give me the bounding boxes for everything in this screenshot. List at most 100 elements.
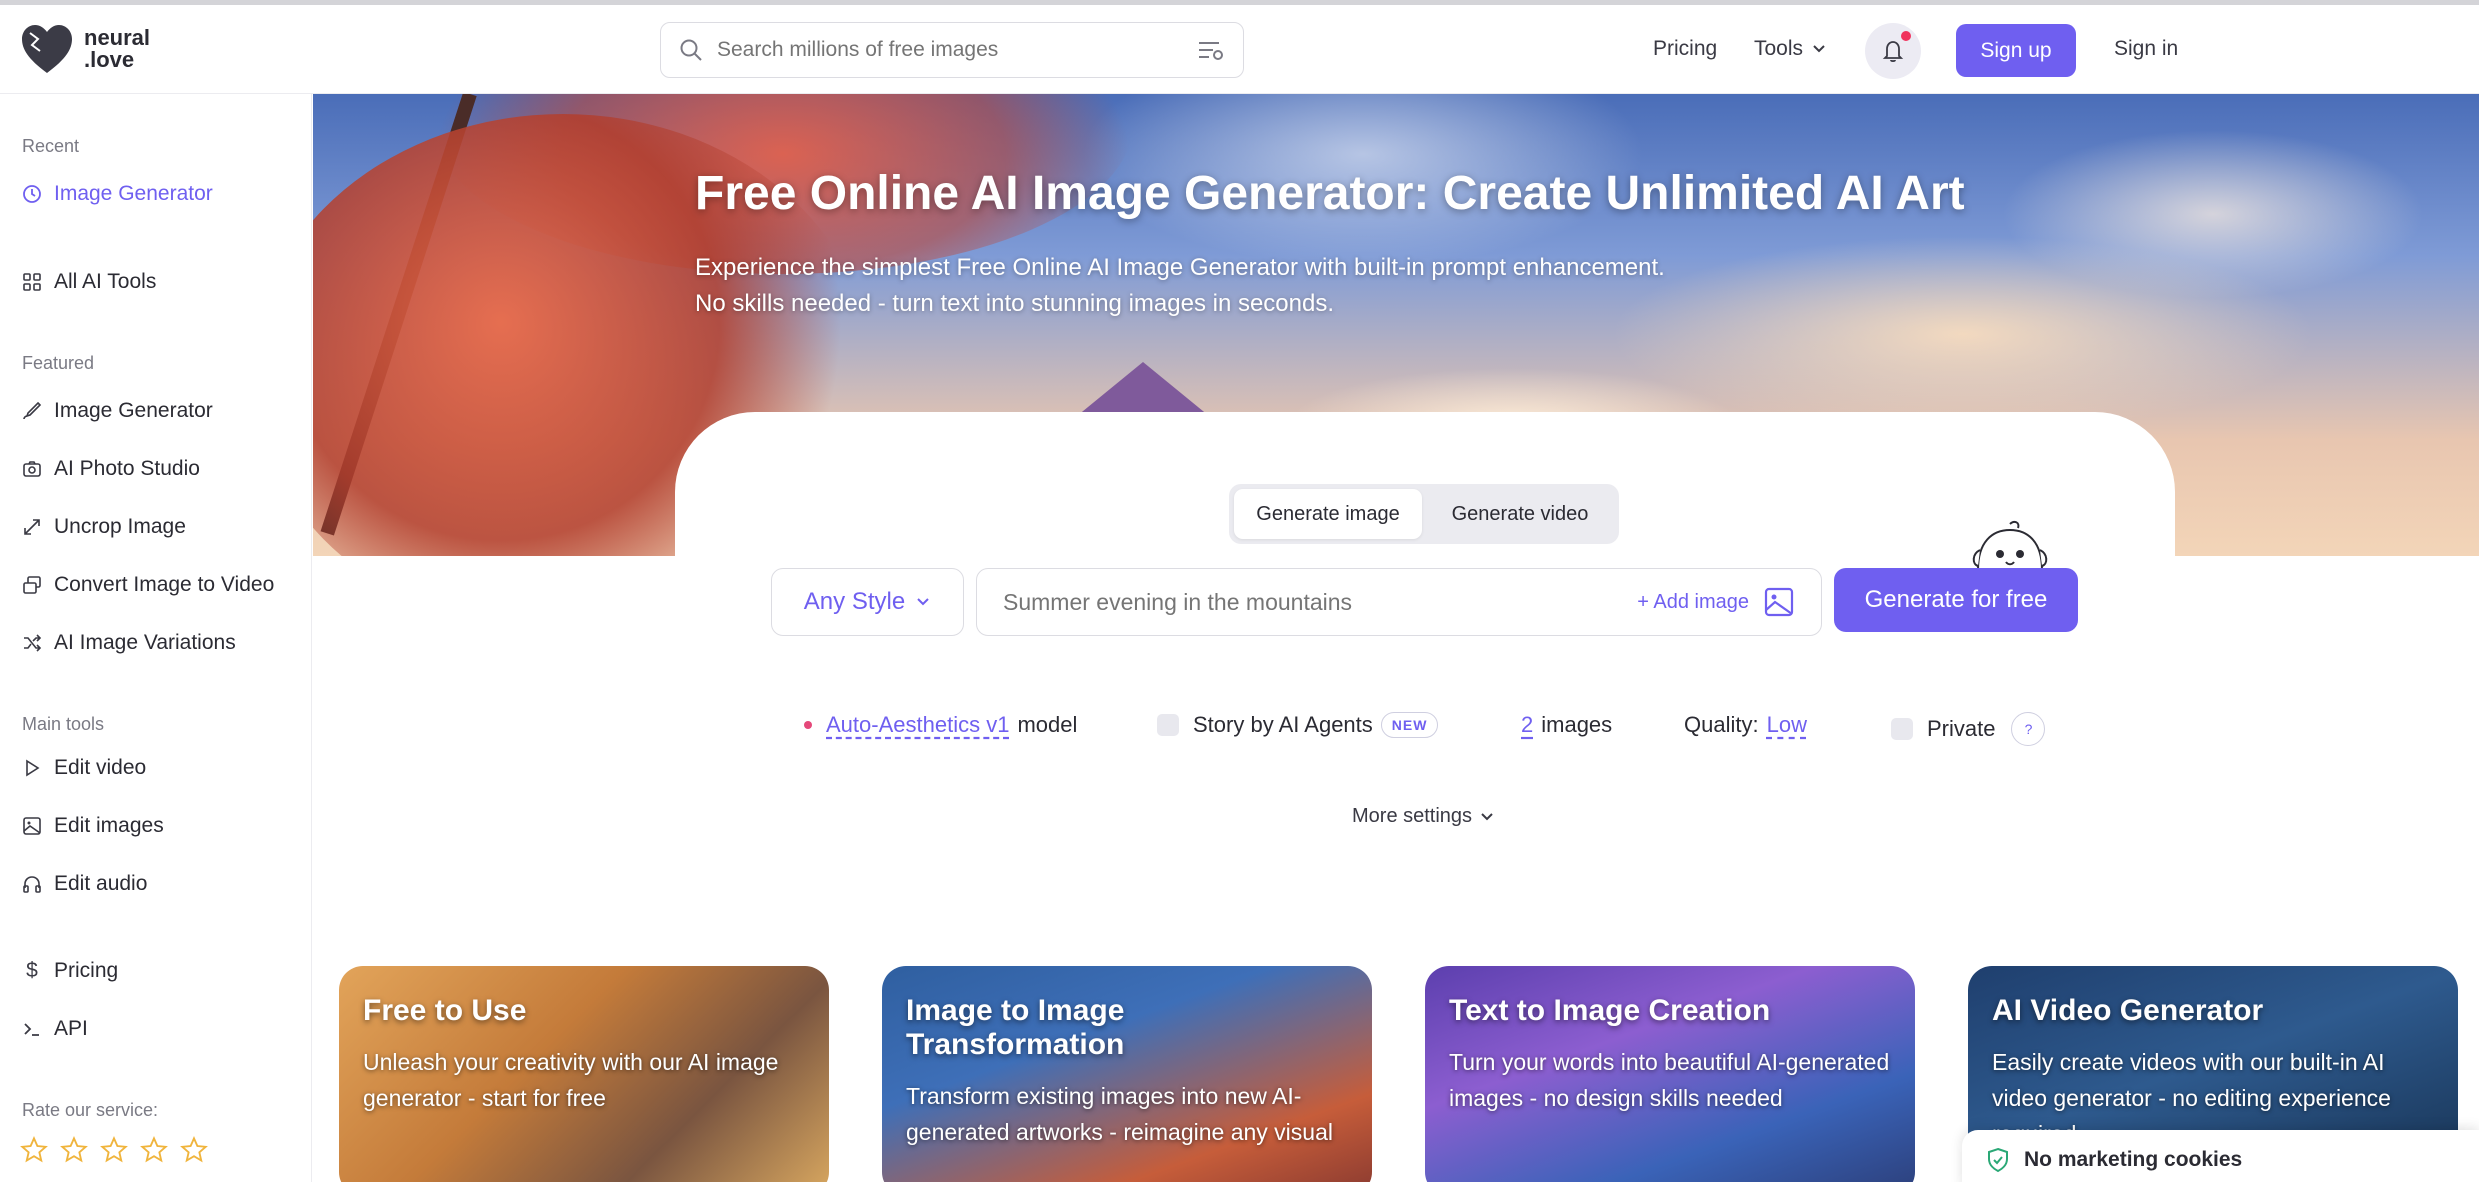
model-name-link[interactable]: Auto-Aesthetics v1 [826, 712, 1009, 738]
sidebar-item-image-generator[interactable]: Image Generator [22, 399, 213, 423]
search-filter-icon[interactable] [1197, 38, 1225, 62]
sidebar-item-recent-image-generator[interactable]: Image Generator [22, 182, 213, 206]
nav-tools-menu[interactable]: Tools [1754, 37, 1827, 61]
logo[interactable]: neural .love [20, 23, 150, 75]
sidebar-item-label: Image Generator [54, 399, 213, 422]
star-icon[interactable] [100, 1136, 128, 1164]
more-settings-toggle[interactable]: More settings [1352, 805, 1494, 828]
sidebar-item-label: All AI Tools [54, 270, 157, 293]
sidebar-item-label: Edit images [54, 814, 164, 837]
sign-in-link[interactable]: Sign in [2114, 37, 2178, 61]
search-bar[interactable] [660, 22, 1244, 78]
new-badge: NEW [1380, 712, 1439, 738]
feature-card-title: Text to Image Creation [1449, 994, 1771, 1027]
sidebar-item-label: Edit audio [54, 872, 148, 895]
notifications-button[interactable] [1865, 23, 1921, 79]
layers-icon [22, 575, 42, 595]
star-icon[interactable] [60, 1136, 88, 1164]
feature-card-text: Transform existing images into new AI-ge… [906, 1083, 1333, 1145]
add-image-link[interactable]: + Add image [1637, 591, 1749, 614]
tab-generate-video[interactable]: Generate video [1426, 489, 1614, 539]
model-suffix: model [1017, 712, 1078, 737]
nav-tools-label: Tools [1754, 37, 1804, 60]
model-status-dot [804, 721, 812, 729]
sidebar-item-api[interactable]: API [22, 1017, 88, 1041]
sidebar-item-all-ai-tools[interactable]: All AI Tools [22, 270, 156, 294]
story-label: Story by AI Agents [1193, 712, 1373, 737]
sidebar-item-ai-image-variations[interactable]: AI Image Variations [22, 631, 236, 655]
generator-card [675, 412, 2175, 872]
sidebar-section-recent: Recent [22, 136, 80, 156]
sidebar-section-featured: Featured [22, 353, 95, 373]
search-icon [680, 39, 702, 61]
dollar-icon: $ [26, 959, 38, 982]
style-dropdown[interactable]: Any Style [771, 568, 964, 636]
image-upload-icon[interactable] [1763, 586, 1795, 618]
sidebar-item-convert-image-to-video[interactable]: Convert Image to Video [22, 573, 274, 597]
private-checkbox[interactable] [1891, 718, 1913, 740]
star-icon[interactable] [20, 1136, 48, 1164]
model-selector[interactable]: Auto-Aesthetics v1 model [804, 712, 1077, 738]
quality-value[interactable]: Low [1767, 712, 1807, 738]
image-icon [22, 816, 42, 836]
nav-pricing-link[interactable]: Pricing [1653, 37, 1717, 61]
chevron-down-icon [1813, 45, 1825, 53]
private-label: Private [1927, 716, 1996, 741]
cookie-notice[interactable]: No marketing cookies [1962, 1130, 2479, 1182]
feature-card-text: Unleash your creativity with our AI imag… [363, 1049, 779, 1111]
grid-icon [22, 272, 42, 292]
headphones-icon [22, 874, 42, 894]
quality-label: Quality: [1684, 712, 1759, 737]
play-icon [22, 758, 42, 778]
sidebar-item-label: AI Image Variations [54, 631, 236, 654]
sidebar-item-pricing[interactable]: $ Pricing [22, 959, 118, 983]
sidebar-item-label: API [54, 1017, 88, 1040]
image-count-selector[interactable]: 2 images [1521, 712, 1612, 738]
private-help-icon[interactable]: ? [2011, 712, 2046, 746]
rate-service-label: Rate our service: [22, 1100, 159, 1120]
story-option[interactable]: Story by AI Agents NEW [1157, 712, 1439, 738]
search-input[interactable] [717, 38, 1197, 62]
bell-icon [1882, 41, 1904, 63]
style-label: Any Style [803, 588, 906, 615]
header: neural .love Pricing Tools Sign up Sign … [0, 5, 2479, 94]
cookie-notice-text: No marketing cookies [2024, 1148, 2243, 1171]
star-icon[interactable] [180, 1136, 208, 1164]
generate-button[interactable]: Generate for free [1834, 568, 2078, 632]
sidebar-item-edit-images[interactable]: Edit images [22, 814, 164, 838]
image-count-label: images [1541, 712, 1613, 737]
sidebar-item-edit-video[interactable]: Edit video [22, 756, 146, 780]
story-checkbox[interactable] [1157, 714, 1179, 736]
chevron-down-icon [1481, 812, 1493, 820]
camera-icon [22, 459, 42, 479]
feature-card-free-to-use[interactable]: Free to Use Unleash your creativity with… [339, 966, 829, 1182]
rating-stars [20, 1136, 208, 1164]
sidebar-item-edit-audio[interactable]: Edit audio [22, 872, 147, 896]
prompt-input[interactable] [1003, 588, 1638, 616]
sidebar-section-main-tools: Main tools [22, 714, 105, 734]
expand-icon [22, 517, 42, 537]
feature-card-title: Image to Image Transformation [906, 994, 1125, 1061]
sidebar-item-label: Image Generator [54, 182, 213, 205]
tab-generate-image[interactable]: Generate image [1234, 489, 1422, 539]
sidebar: Recent Image Generator All AI Tools Feat… [0, 94, 312, 1182]
sidebar-item-label: AI Photo Studio [54, 457, 200, 480]
chevron-down-icon [917, 598, 929, 606]
quality-selector[interactable]: Quality: Low [1684, 712, 1807, 738]
hero-subtitle: Experience the simplest Free Online AI I… [695, 254, 1665, 317]
brush-icon [22, 401, 42, 421]
sidebar-item-uncrop-image[interactable]: Uncrop Image [22, 515, 186, 539]
terminal-icon [22, 1019, 42, 1039]
prompt-field[interactable]: + Add image [976, 568, 1822, 636]
sidebar-item-ai-photo-studio[interactable]: AI Photo Studio [22, 457, 200, 481]
image-count-value[interactable]: 2 [1521, 712, 1533, 738]
sidebar-item-label: Edit video [54, 756, 147, 779]
private-option[interactable]: Private ? [1891, 712, 2046, 746]
feature-card-text-to-image[interactable]: Text to Image Creation Turn your words i… [1425, 966, 1915, 1182]
feature-card-text: Turn your words into beautiful AI-genera… [1449, 1049, 1890, 1111]
feature-card-image-to-image[interactable]: Image to Image Transformation Transform … [882, 966, 1372, 1182]
sign-up-button[interactable]: Sign up [1956, 24, 2076, 77]
star-icon[interactable] [140, 1136, 168, 1164]
generator-tabs: Generate image Generate video [1229, 484, 1619, 544]
logo-text: neural .love [84, 25, 151, 72]
